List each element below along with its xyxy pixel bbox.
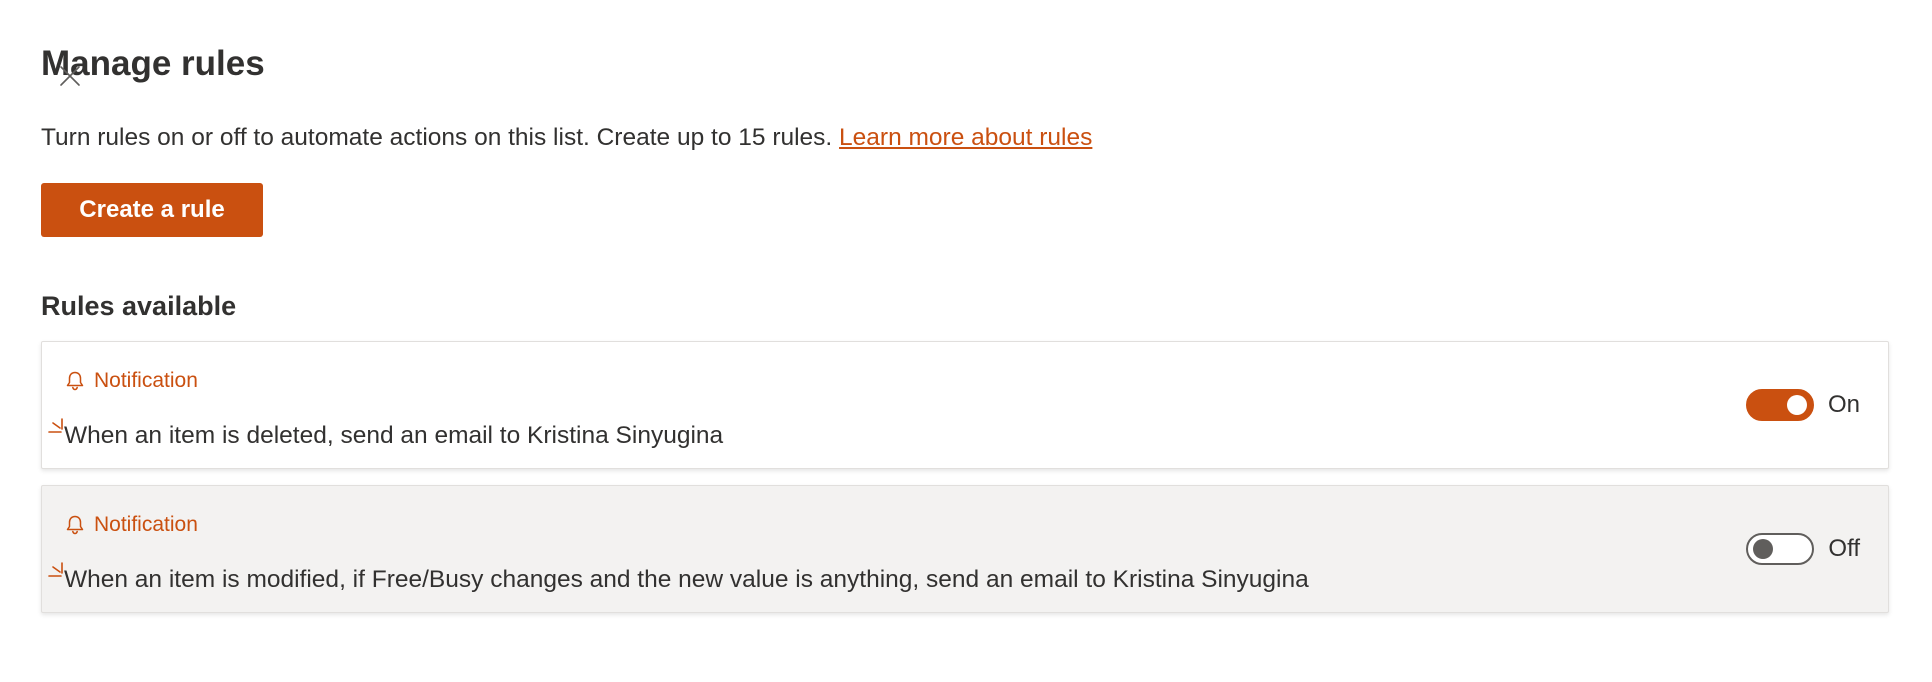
manage-rules-panel: Manage rules Turn rules on or off to aut… [0, 0, 1932, 682]
rule-description: When an item is deleted, send an email t… [64, 422, 724, 449]
rule-card[interactable]: Notification When an item is modified, i… [41, 485, 1889, 613]
close-icon [60, 66, 80, 86]
toggle-status-label: Off [1828, 535, 1860, 562]
rule-type-label: Notification [94, 369, 198, 392]
drag-handle-icon[interactable] [47, 417, 65, 441]
learn-more-link[interactable]: Learn more about rules [839, 124, 1092, 151]
toggle-switch-off[interactable] [1746, 533, 1815, 565]
bell-icon [66, 371, 84, 391]
rule-type: Notification [64, 369, 198, 393]
toggle-thumb [1753, 539, 1774, 559]
rule-card[interactable]: Notification When an item is deleted, se… [41, 341, 1889, 469]
toggle-switch-on[interactable] [1745, 389, 1814, 421]
toggle-thumb [1786, 395, 1807, 415]
rule-toggle[interactable]: On [1745, 389, 1860, 421]
rule-type: Notification [64, 513, 198, 537]
rule-toggle[interactable]: Off [1746, 533, 1860, 565]
rule-type-label: Notification [94, 513, 198, 536]
rules-available-heading: Rules available [41, 291, 237, 321]
intro-text: Turn rules on or off to automate actions… [41, 124, 1092, 152]
bell-icon [66, 515, 84, 535]
create-rule-button[interactable]: Create a rule [41, 183, 263, 237]
intro-description: Turn rules on or off to automate actions… [41, 124, 840, 151]
drag-handle-icon[interactable] [47, 561, 65, 585]
rule-description: When an item is modified, if Free/Busy c… [64, 566, 1309, 593]
close-button[interactable] [56, 62, 84, 90]
toggle-status-label: On [1827, 391, 1860, 418]
